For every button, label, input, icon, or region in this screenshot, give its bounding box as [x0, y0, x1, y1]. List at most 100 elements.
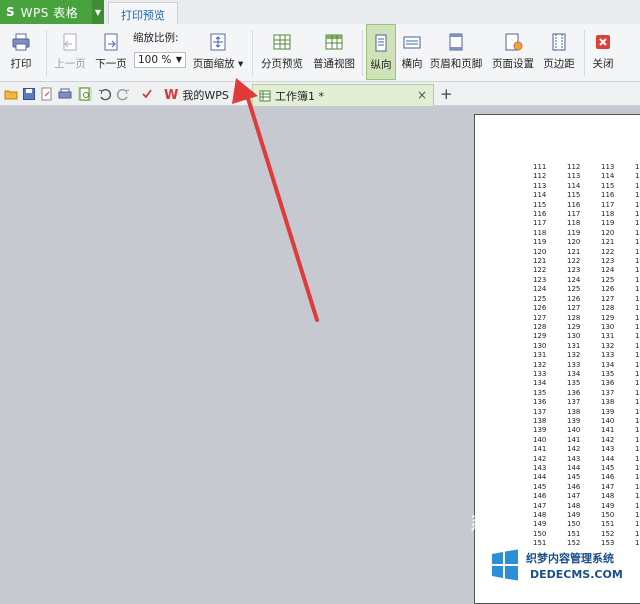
sheet-cell: 127: [635, 285, 640, 294]
app-menu-button[interactable]: S WPS 表格: [0, 0, 92, 24]
sheet-cell: 149: [533, 520, 547, 529]
page-setup-icon: [505, 33, 523, 51]
page-zoom-icon: [210, 33, 226, 51]
sheet-cell: 147: [533, 501, 547, 510]
page-zoom-label: 页面缩放 ▾: [192, 58, 244, 70]
app-name: WPS 表格: [20, 5, 79, 20]
sheet-cell: 113: [567, 172, 581, 181]
quick-access-bar: W 我的WPS 工作簿1 * × +: [0, 82, 640, 106]
print-icon[interactable]: [58, 87, 72, 101]
watermark-text: 系统: [470, 514, 506, 535]
sheet-cell: 140: [635, 407, 640, 416]
sheet-cell: 148: [533, 511, 547, 520]
sheet-cell: 128: [533, 322, 547, 331]
page-setup-label: 页面设置: [492, 58, 534, 70]
tab-print-preview[interactable]: 打印预览: [108, 2, 178, 26]
prev-page-button[interactable]: 上一页: [50, 24, 90, 80]
portrait-button[interactable]: 纵向: [366, 24, 396, 80]
divider: [252, 30, 253, 76]
print-preview-icon[interactable]: [78, 87, 92, 101]
header-footer-label: 页眉和页脚: [429, 58, 483, 70]
sheet-cell: 130: [533, 341, 547, 350]
sheet-cell: 112: [567, 163, 581, 171]
sheet-cell: 135: [567, 379, 581, 388]
undo-icon[interactable]: [98, 87, 112, 101]
sheet-cell: 139: [567, 416, 581, 425]
wps-w-icon: W: [164, 87, 179, 103]
watermark-title: 织梦内容管理系统: [526, 550, 614, 566]
sheet-cell: 147: [567, 492, 581, 501]
sheet-column: 112 113 114 115 116 117 118 119 120 121 122 123 124 1…: [567, 163, 580, 549]
print-button[interactable]: 打印: [4, 24, 38, 80]
close-preview-button[interactable]: 关闭: [588, 24, 618, 80]
sheet-cell: 113: [601, 163, 615, 171]
sheet-cell: 115: [601, 181, 615, 190]
sheet-cell: 119: [601, 219, 615, 228]
sheet-cell: 113: [533, 181, 547, 190]
normal-view-button[interactable]: 普通视图: [310, 24, 358, 80]
sheet-cell: 114: [533, 191, 547, 200]
sheet-cell: 142: [533, 454, 547, 463]
sheet-cell: 141: [635, 416, 640, 425]
sheet-cell: 153: [635, 529, 640, 538]
sheet-cell: 145: [635, 454, 640, 463]
sheet-cell: 133: [601, 351, 615, 360]
sheet-cell: 138: [567, 407, 581, 416]
prev-page-label: 上一页: [54, 58, 86, 70]
sheet-cell: 121: [567, 247, 581, 256]
redo-icon[interactable]: [116, 87, 130, 101]
sheet-cell: 117: [533, 219, 547, 228]
new-tab-button[interactable]: +: [440, 85, 453, 103]
sheet-cell: 130: [635, 313, 640, 322]
customize-toolbar-icon[interactable]: [140, 87, 154, 101]
sheet-cell: 144: [601, 454, 615, 463]
app-menu-dropdown-icon[interactable]: ▼: [92, 0, 104, 24]
page-break-preview-button[interactable]: 分页预览: [258, 24, 306, 80]
sheet-cell: 133: [567, 360, 581, 369]
sheet-cell: 119: [533, 238, 547, 247]
sheet-cell: 129: [601, 313, 615, 322]
sheet-cell: 122: [601, 247, 615, 256]
page-zoom-button[interactable]: 页面缩放 ▾: [190, 24, 246, 80]
sheet-cell: 120: [567, 238, 581, 247]
sheet-cell: 133: [635, 341, 640, 350]
sheet-cell: 138: [601, 398, 615, 407]
sheet-cell: 136: [567, 388, 581, 397]
table-icon: [325, 34, 343, 50]
sheet-cell: 128: [635, 294, 640, 303]
sheet-cell: 123: [567, 266, 581, 275]
sheet-cell: 117: [635, 191, 640, 200]
next-page-button[interactable]: 下一页: [92, 24, 130, 80]
tab-my-wps[interactable]: W 我的WPS: [160, 84, 250, 106]
sheet-cell: 130: [567, 332, 581, 341]
sheet-cell: 118: [567, 219, 581, 228]
sheet-cell: 130: [601, 322, 615, 331]
sheet-cell: 145: [601, 464, 615, 472]
close-tab-icon[interactable]: ×: [417, 88, 427, 102]
export-pdf-icon[interactable]: [40, 87, 54, 101]
sheet-cell: 151: [601, 520, 615, 529]
open-folder-icon[interactable]: [4, 87, 18, 101]
sheet-cell: 146: [635, 464, 640, 472]
save-icon[interactable]: [22, 87, 36, 101]
sheet-cell: 140: [601, 416, 615, 425]
print-label: 打印: [10, 58, 32, 70]
sheet-cell: 131: [567, 341, 581, 350]
tab-workbook[interactable]: 工作簿1 * ×: [252, 84, 434, 106]
zoom-ratio-select[interactable]: 100 % ▼: [134, 52, 186, 68]
sheet-cell: 123: [533, 275, 547, 284]
sheet-cell: 145: [567, 473, 581, 482]
page-setup-button[interactable]: 页面设置: [488, 24, 538, 80]
header-footer-button[interactable]: 页眉和页脚: [428, 24, 484, 80]
sheet-cell: 145: [533, 482, 547, 491]
sheet-cell: 115: [533, 200, 547, 209]
sheet-cell: 124: [635, 257, 640, 266]
sheet-cell: 112: [533, 172, 547, 181]
sheet-cell: 146: [601, 473, 615, 482]
margins-button[interactable]: 页边距: [540, 24, 578, 80]
sheet-cell: 125: [601, 275, 615, 284]
sheet-column: 113 114 115 116 117 118 119 120 121 122 123 124 125 1…: [601, 163, 614, 549]
sheet-cell: 119: [567, 228, 581, 237]
landscape-button[interactable]: 横向: [398, 24, 426, 80]
sheet-cell: 132: [567, 351, 581, 360]
